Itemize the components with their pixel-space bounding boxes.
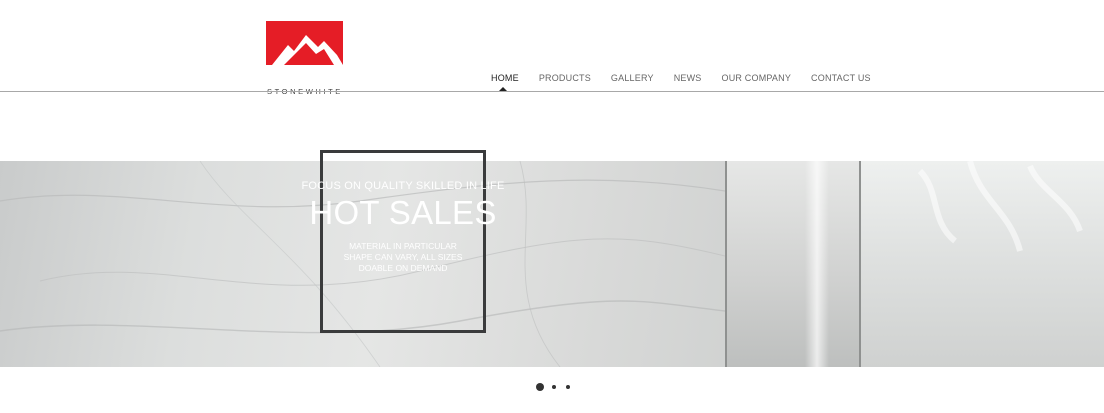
brand-logo[interactable]: STONEWHITE <box>266 21 344 96</box>
nav-news[interactable]: NEWS <box>674 73 702 83</box>
hero-line: DOABLE ON DEMAND <box>358 263 448 273</box>
nav-our-company[interactable]: OUR COMPANY <box>722 73 792 83</box>
slider-dot-3[interactable] <box>566 385 570 389</box>
nav-gallery[interactable]: GALLERY <box>611 73 654 83</box>
slab-seam <box>859 161 861 367</box>
slider-pagination <box>536 383 580 391</box>
slider-dot-1[interactable] <box>536 383 544 391</box>
nav-products[interactable]: PRODUCTS <box>539 73 591 83</box>
window-reflection-pattern <box>917 161 1083 252</box>
marble-slab-polished <box>725 161 861 367</box>
slider-dot-2[interactable] <box>552 385 556 389</box>
slab-reflection <box>805 161 829 367</box>
mountain-logo-icon <box>266 21 343 65</box>
hero-headline: HOT SALES <box>309 194 497 231</box>
header-divider <box>0 91 1104 92</box>
hero-tagline: FOCUS ON QUALITY SKILLED IN LIFE <box>301 180 505 192</box>
site-header: STONEWHITE HOME PRODUCTS GALLERY NEWS OU… <box>0 0 1104 96</box>
hero-slider[interactable] <box>0 161 1104 367</box>
nav-home[interactable]: HOME <box>491 73 519 83</box>
nav-contact-us[interactable]: CONTACT US <box>811 73 871 83</box>
hero-line: SHAPE CAN VARY, ALL SIZES <box>343 252 463 262</box>
hero-line: MATERIAL IN PARTICULAR <box>349 241 457 251</box>
slab-seam <box>725 161 727 367</box>
main-nav: HOME PRODUCTS GALLERY NEWS OUR COMPANY C… <box>491 73 891 83</box>
